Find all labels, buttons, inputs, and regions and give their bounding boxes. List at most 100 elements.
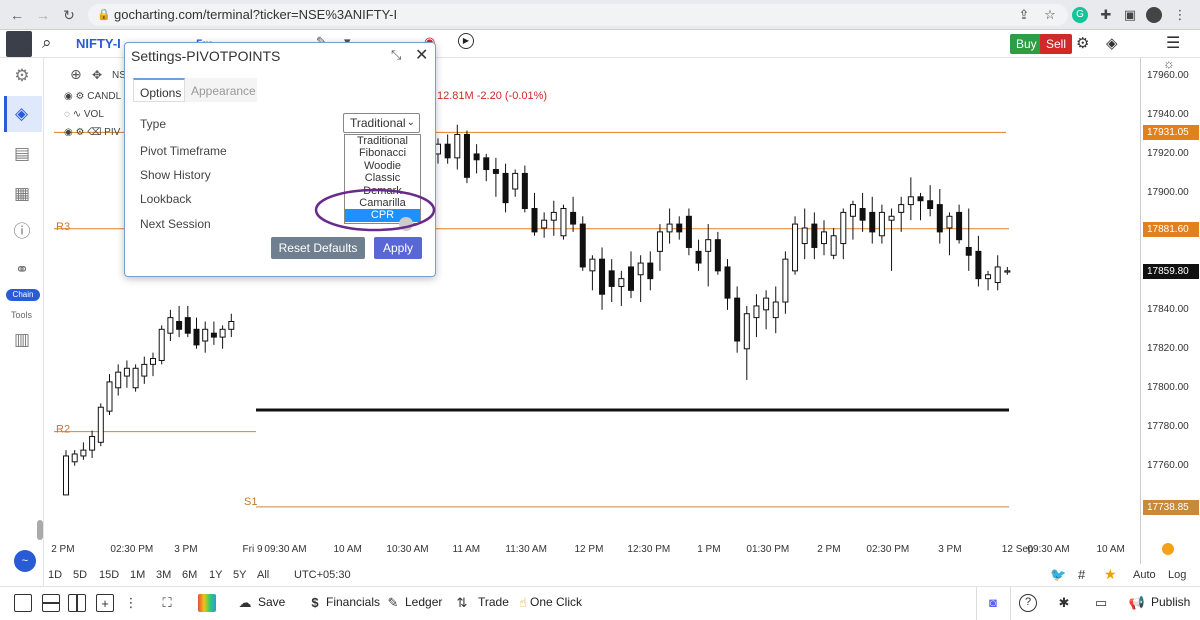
trade-arrows-icon[interactable]: ⇅ bbox=[453, 594, 471, 612]
candle bbox=[560, 207, 567, 237]
legend-pivot-row[interactable]: ◉ ⚙ ⌫ PIV bbox=[64, 127, 120, 138]
range-1y-button[interactable]: 1Y bbox=[209, 569, 222, 581]
publish-button[interactable]: Publish bbox=[1151, 595, 1190, 609]
ledger-icon[interactable]: ✎ bbox=[384, 594, 402, 612]
type-select[interactable]: Traditional ⌄ bbox=[343, 113, 420, 133]
status-dot[interactable] bbox=[1162, 543, 1174, 555]
candle bbox=[463, 133, 470, 178]
collapse-arrows-icon[interactable]: ⤡ bbox=[391, 47, 401, 63]
color-palette-icon[interactable] bbox=[198, 594, 216, 612]
megaphone-icon[interactable]: 📢 bbox=[1128, 594, 1146, 612]
range-5d-button[interactable]: 5D bbox=[73, 569, 87, 581]
reset-defaults-button[interactable]: Reset Defaults bbox=[271, 237, 365, 259]
ticker-symbol[interactable]: NIFTY-I bbox=[76, 36, 121, 51]
range-5y-button[interactable]: 5Y bbox=[233, 569, 246, 581]
dashboard-icon[interactable]: ▦ bbox=[12, 184, 32, 204]
search-icon[interactable]: ⌕ bbox=[42, 33, 52, 53]
fullscreen-icon[interactable]: ⛶ bbox=[158, 594, 176, 612]
layout-split-horizontal-icon[interactable] bbox=[42, 594, 60, 612]
time-axis[interactable]: 2 PM 02:30 PM 3 PM Fri 9 09:30 AM 10 AM 10:30 … bbox=[44, 540, 1140, 562]
cloud-icon[interactable]: ☁ bbox=[236, 594, 254, 612]
info-icon[interactable]: ⓘ bbox=[12, 222, 32, 242]
axis-settings-icon[interactable]: ☼ bbox=[1163, 56, 1175, 71]
layout-split-vertical-icon[interactable] bbox=[68, 594, 86, 612]
ledger-button[interactable]: Ledger bbox=[405, 595, 442, 609]
type-option[interactable]: Woodie bbox=[345, 160, 420, 172]
candle-prev bbox=[89, 435, 96, 451]
type-option[interactable]: Classic bbox=[345, 172, 420, 184]
candle bbox=[454, 133, 461, 159]
star-icon[interactable]: ★ bbox=[1104, 566, 1117, 583]
candle bbox=[483, 157, 490, 171]
grammarly-icon[interactable]: G bbox=[1072, 7, 1088, 23]
tab-appearance[interactable]: Appearance bbox=[185, 78, 257, 102]
time-tick-label: 11:30 AM bbox=[505, 544, 547, 555]
financials-button[interactable]: Financials bbox=[326, 595, 380, 609]
range-3m-button[interactable]: 3M bbox=[156, 569, 171, 581]
address-bar[interactable]: 🔒 gocharting.com/terminal?ticker=NSE%3AN… bbox=[88, 4, 1068, 26]
forward-icon[interactable]: → bbox=[34, 6, 52, 24]
twitter-icon[interactable]: 🐦 bbox=[1050, 567, 1066, 583]
help-icon[interactable]: ? bbox=[1019, 594, 1037, 612]
replay-play-icon[interactable]: ▶ bbox=[458, 33, 474, 49]
layout-single-icon[interactable] bbox=[14, 594, 32, 612]
chain-badge[interactable]: Chain bbox=[6, 289, 40, 301]
type-option[interactable]: Fibonacci bbox=[345, 147, 420, 159]
share-icon[interactable]: ⇪ bbox=[1016, 7, 1032, 23]
settings-gear-icon[interactable]: ⚙ bbox=[12, 66, 32, 86]
price-axis[interactable]: ☼ 17960.0017940.0017920.0017900.0017880.… bbox=[1140, 56, 1200, 564]
range-1m-button[interactable]: 1M bbox=[130, 569, 145, 581]
video-camera-icon[interactable]: ▭ bbox=[1092, 594, 1110, 612]
time-tick-label: 09:30 AM bbox=[1027, 544, 1070, 555]
layout-more-icon[interactable]: ⋮ bbox=[122, 594, 140, 612]
candle bbox=[840, 211, 847, 245]
save-button[interactable]: Save bbox=[258, 595, 285, 609]
range-1d-button[interactable]: 1D bbox=[48, 569, 62, 581]
range-all-button[interactable]: All bbox=[257, 569, 269, 581]
chart-logo-icon[interactable]: ~ bbox=[14, 550, 36, 572]
time-tick-label: 10 AM bbox=[333, 544, 362, 555]
settings-gear-icon[interactable]: ⚙ bbox=[1076, 34, 1089, 52]
candle bbox=[956, 211, 963, 241]
close-icon[interactable]: ✕ bbox=[415, 45, 428, 65]
tab-options[interactable]: Options bbox=[133, 78, 185, 102]
chain-link-icon[interactable]: ⚭ bbox=[12, 260, 32, 280]
extensions-icon[interactable]: ✚ bbox=[1098, 7, 1114, 23]
candle bbox=[647, 262, 654, 280]
dollar-icon[interactable]: $ bbox=[306, 594, 324, 612]
hash-grid-icon[interactable]: # bbox=[1078, 567, 1085, 582]
reload-icon[interactable]: ↻ bbox=[60, 6, 78, 24]
timezone-label[interactable]: UTC+05:30 bbox=[294, 569, 351, 581]
price-change-readout: 12.81M -2.20 (-0.01%) bbox=[437, 90, 548, 102]
avatar[interactable] bbox=[6, 31, 32, 57]
book-icon[interactable]: ▤ bbox=[12, 144, 32, 164]
auto-scale-button[interactable]: Auto bbox=[1133, 569, 1156, 581]
kebab-menu-icon[interactable]: ⋮ bbox=[1172, 7, 1188, 23]
legend-candle-row[interactable]: ◉ ⚙ CANDL bbox=[64, 91, 121, 102]
range-6m-button[interactable]: 6M bbox=[182, 569, 197, 581]
trade-button[interactable]: Trade bbox=[478, 595, 509, 609]
legend-volume-row[interactable]: ◌ ∿ VOL bbox=[64, 109, 104, 120]
zoom-in-icon[interactable]: ⊕ bbox=[70, 66, 82, 83]
sell-button[interactable]: Sell bbox=[1040, 34, 1073, 54]
back-icon[interactable]: ← bbox=[8, 6, 26, 24]
log-scale-button[interactable]: Log bbox=[1168, 569, 1186, 581]
one-click-button[interactable]: One Click bbox=[530, 595, 582, 609]
sidebar-icon[interactable]: ▣ bbox=[1122, 7, 1138, 23]
range-15d-button[interactable]: 15D bbox=[99, 569, 119, 581]
buy-button[interactable]: Buy bbox=[1010, 34, 1043, 54]
apply-button[interactable]: Apply bbox=[374, 237, 422, 259]
move-icon[interactable]: ✥ bbox=[92, 68, 102, 82]
layers-tool-active[interactable]: ◈ bbox=[4, 96, 42, 132]
profile-avatar-icon[interactable] bbox=[1146, 7, 1162, 23]
bookmark-star-icon[interactable]: ☆ bbox=[1042, 7, 1058, 23]
bug-icon[interactable]: ✱ bbox=[1055, 594, 1073, 612]
layers-icon[interactable]: ◈ bbox=[1106, 34, 1118, 52]
layout-quad-icon[interactable]: + bbox=[96, 594, 114, 612]
type-option[interactable]: Traditional bbox=[345, 135, 420, 147]
calendar-icon[interactable]: ▥ bbox=[12, 330, 32, 350]
collapse-handle[interactable] bbox=[37, 520, 43, 540]
hamburger-menu-icon[interactable]: ☰ bbox=[1166, 33, 1180, 53]
candle bbox=[936, 204, 943, 233]
discord-icon[interactable]: ◙ bbox=[984, 594, 1002, 612]
